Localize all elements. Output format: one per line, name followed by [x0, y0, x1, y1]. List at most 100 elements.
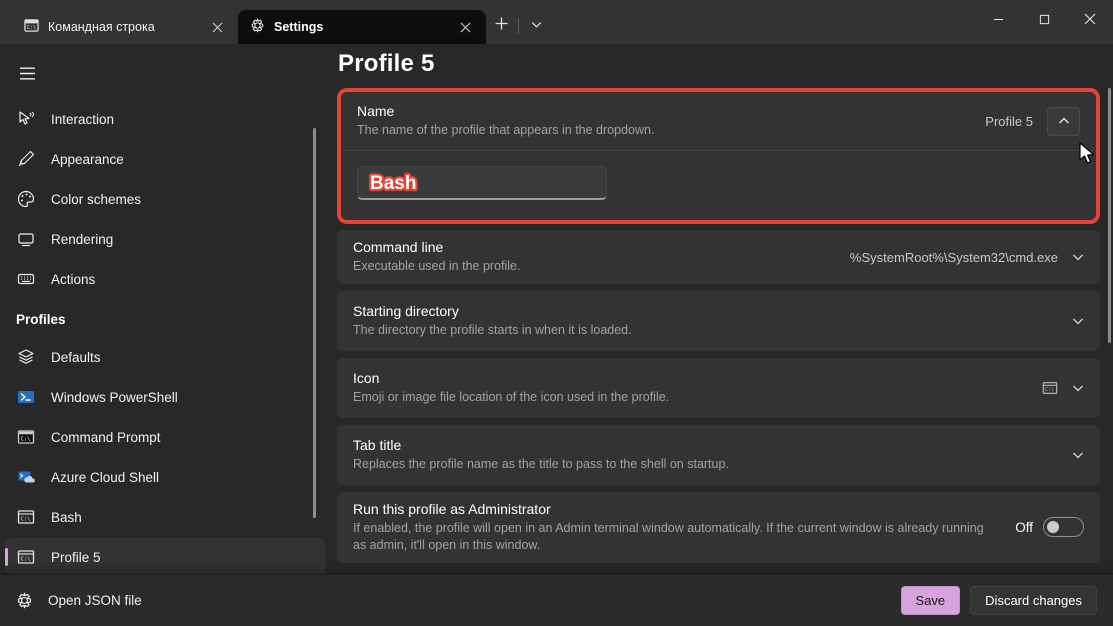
new-tab-button[interactable] — [486, 13, 516, 39]
sidebar-item-windows-powershell[interactable]: Windows PowerShell — [5, 378, 325, 416]
close-window-button[interactable] — [1067, 0, 1113, 38]
footer-bar: Open JSON file Save Discard changes — [0, 575, 1113, 626]
tab-dropdown-button[interactable] — [521, 13, 551, 39]
svg-text:Bash: Bash — [370, 173, 416, 194]
minimize-button[interactable] — [975, 0, 1021, 38]
tab-strip: C:\ Командная строка Settings — [0, 0, 551, 44]
maximize-icon — [1039, 14, 1050, 25]
setting-description: Emoji or image file location of the icon… — [353, 389, 669, 406]
chevron-down-icon[interactable] — [1072, 449, 1084, 461]
sidebar-item-actions[interactable]: Actions — [5, 260, 325, 298]
icon-setting-card[interactable]: Icon Emoji or image file location of the… — [337, 358, 1100, 418]
setting-description: The name of the profile that appears in … — [357, 122, 654, 139]
plus-icon — [495, 17, 508, 35]
terminal-icon: C:\ — [24, 18, 39, 36]
sidebar-item-label: Rendering — [51, 232, 113, 247]
sidebar-item-label: Actions — [51, 272, 95, 287]
monitor-icon — [16, 230, 35, 249]
open-json-file-label: Open JSON file — [48, 593, 142, 608]
toggle-knob — [1047, 521, 1059, 533]
sidebar-item-azure-cloud-shell[interactable]: Azure Cloud Shell — [5, 458, 325, 496]
tab-title-card[interactable]: Tab title Replaces the profile name as t… — [337, 425, 1100, 485]
chevron-down-icon[interactable] — [1072, 251, 1084, 263]
sidebar-item-label: Bash — [51, 510, 82, 525]
name-setting-header[interactable]: Name The name of the profile that appear… — [341, 92, 1096, 150]
profiles-section-header: Profiles — [0, 300, 330, 337]
keyboard-icon — [16, 270, 35, 289]
setting-value: Profile 5 — [985, 114, 1033, 129]
setting-label: Starting directory — [353, 303, 632, 319]
setting-label: Name — [357, 103, 654, 119]
sidebar-item-profile-5[interactable]: C:\ Profile 5 — [5, 538, 325, 576]
name-setting-card: Name The name of the profile that appear… — [341, 92, 1096, 220]
sidebar-item-label: Command Prompt — [51, 430, 161, 445]
terminal-icon: C:\ — [16, 508, 35, 527]
sidebar-item-defaults[interactable]: Defaults — [5, 338, 325, 376]
maximize-button[interactable] — [1021, 0, 1067, 38]
name-setting-highlight: Name The name of the profile that appear… — [337, 88, 1100, 224]
sidebar-item-interaction[interactable]: Interaction — [5, 100, 325, 138]
sidebar-item-label: Interaction — [51, 112, 114, 127]
svg-text:C:\: C:\ — [1045, 387, 1054, 393]
setting-description: Executable used in the profile. — [353, 258, 520, 275]
sidebar-item-bash[interactable]: C:\ Bash — [5, 498, 325, 536]
setting-label: Command line — [353, 239, 520, 255]
setting-label: Tab title — [353, 437, 729, 453]
paintbrush-icon — [16, 150, 35, 169]
svg-text:C:\: C:\ — [20, 517, 30, 523]
sidebar-item-rendering[interactable]: Rendering — [5, 220, 325, 258]
sidebar-item-color-schemes[interactable]: Color schemes — [5, 180, 325, 218]
admin-toggle[interactable] — [1043, 517, 1084, 537]
azure-cloud-icon — [16, 468, 35, 487]
sidebar-item-label: Azure Cloud Shell — [51, 470, 159, 485]
hamburger-icon — [19, 66, 36, 81]
sidebar-item-label: Defaults — [51, 350, 101, 365]
profile-name-input[interactable]: Bash — [357, 166, 607, 200]
gear-icon — [16, 592, 33, 609]
annotated-input-text: Bash — [367, 170, 497, 196]
open-json-file-button[interactable]: Open JSON file — [16, 592, 142, 609]
setting-description: Replaces the profile name as the title t… — [353, 456, 729, 473]
svg-text:C:\: C:\ — [20, 437, 30, 443]
sidebar-scrollbar[interactable] — [313, 128, 316, 518]
svg-text:C:\: C:\ — [27, 25, 36, 31]
sidebar-item-label: Windows PowerShell — [51, 390, 178, 405]
setting-label: Run this profile as Administrator — [353, 501, 993, 517]
tab-settings[interactable]: Settings — [238, 10, 486, 44]
window-controls — [975, 0, 1113, 32]
sidebar-item-label: Profile 5 — [51, 550, 101, 565]
gear-icon — [250, 18, 265, 36]
discard-changes-button[interactable]: Discard changes — [970, 586, 1097, 615]
sidebar-item-command-prompt[interactable]: C:\ Command Prompt — [5, 418, 325, 456]
sidebar-item-label: Appearance — [51, 152, 124, 167]
tab-command-prompt[interactable]: C:\ Командная строка — [12, 10, 238, 44]
settings-main-panel: Profile 5 Name The name of the profile t… — [330, 44, 1113, 575]
layers-icon — [16, 348, 35, 367]
chevron-down-icon[interactable] — [1072, 382, 1084, 394]
command-line-card[interactable]: Command line Executable used in the prof… — [337, 230, 1100, 284]
setting-description: If enabled, the profile will open in an … — [353, 520, 993, 554]
chevron-up-icon — [1058, 115, 1070, 127]
svg-text:C:\: C:\ — [20, 557, 30, 563]
hamburger-menu-button[interactable] — [8, 56, 46, 90]
mouse-cursor — [1078, 142, 1096, 166]
powershell-icon — [16, 388, 35, 407]
close-tab-icon[interactable] — [454, 16, 476, 38]
titlebar: C:\ Командная строка Settings — [0, 0, 1113, 44]
main-scrollbar[interactable] — [1108, 88, 1111, 343]
terminal-icon: C:\ — [16, 548, 35, 567]
minimize-icon — [993, 14, 1004, 25]
close-tab-icon[interactable] — [206, 16, 228, 38]
toggle-state-label: Off — [1015, 520, 1033, 535]
chevron-down-icon[interactable] — [1072, 315, 1084, 327]
terminal-icon: C:\ — [16, 428, 35, 447]
collapse-button[interactable] — [1047, 107, 1080, 136]
setting-description: The directory the profile starts in when… — [353, 322, 632, 339]
setting-label: Icon — [353, 370, 669, 386]
save-button[interactable]: Save — [901, 586, 961, 615]
terminal-icon: C:\ — [1042, 380, 1058, 396]
sidebar-item-appearance[interactable]: Appearance — [5, 140, 325, 178]
starting-directory-card[interactable]: Starting directory The directory the pro… — [337, 291, 1100, 351]
page-title: Profile 5 — [338, 50, 1100, 78]
palette-icon — [16, 190, 35, 209]
